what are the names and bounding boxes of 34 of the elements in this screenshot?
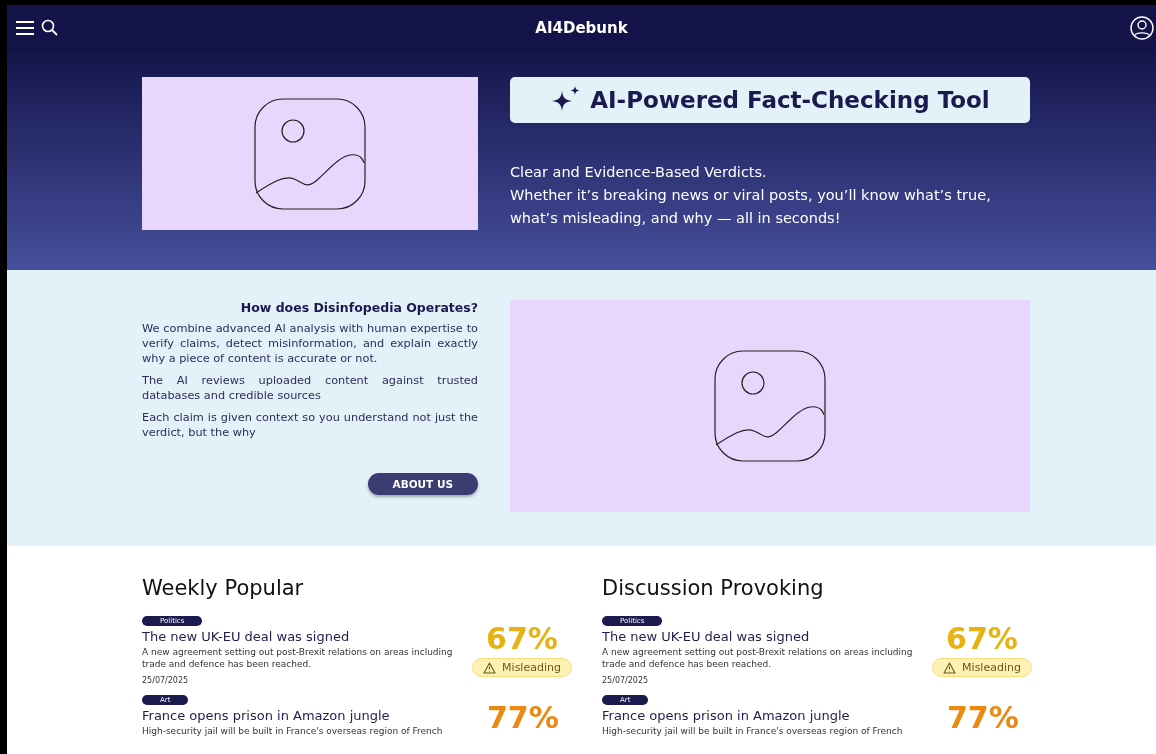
article-headline[interactable]: France opens prison in Amazon jungle xyxy=(602,708,850,723)
image-icon xyxy=(253,96,367,211)
about-heading: How does Disinfopedia Operates? xyxy=(239,300,478,315)
article-headline[interactable]: The new UK-EU deal was signed xyxy=(602,629,810,644)
about-paragraph: Each claim is given context so you understand not just the verdict, but the why xyxy=(142,410,478,440)
warning-icon xyxy=(483,661,497,674)
warning-icon xyxy=(943,661,957,674)
hero-text: Whether it’s breaking news or viral posts, you’ll know what’s true, what’s misleading, and why — all in seconds! xyxy=(510,186,992,228)
article-headline[interactable]: The new UK-EU deal was signed xyxy=(142,629,350,644)
list-title: Weekly Popular xyxy=(142,576,305,600)
logo[interactable]: AI4Debunk xyxy=(535,18,628,37)
image-icon xyxy=(713,349,827,463)
article-summary: High-security jail will be built in France's overseas region of French xyxy=(602,725,903,737)
hero-title: AI-Powered Fact-Checking Tool xyxy=(590,87,990,113)
score-percent: 67% xyxy=(486,622,558,656)
about-us-button[interactable]: ABOUT US xyxy=(367,473,478,495)
article-date: 25/07/2025 xyxy=(602,676,649,685)
article-summary: High-security jail will be built in France's overseas region of French xyxy=(142,725,443,737)
list-title: Discussion Provoking xyxy=(602,576,825,600)
about-paragraph: The AI reviews uploaded content against trusted databases and credible sources xyxy=(142,373,478,403)
article-summary: A new agreement setting out post-Brexit relations on areas including trade and defence has been reached. xyxy=(602,646,914,670)
menu-icon[interactable] xyxy=(15,19,35,36)
about-paragraph: We combine advanced AI analysis with human expertise to verify claims, detect misinformation, and explain exactly why a piece of content is accurate or not. xyxy=(142,321,478,366)
article-date: 25/07/2025 xyxy=(142,676,189,685)
score-percent: 77% xyxy=(486,701,559,735)
user-icon[interactable] xyxy=(1130,15,1154,40)
score-percent: 67% xyxy=(946,622,1018,656)
score-percent: 77% xyxy=(946,701,1019,735)
search-icon[interactable] xyxy=(41,19,58,36)
hero-text: Clear and Evidence-Based Verdicts. xyxy=(510,163,768,182)
verdict-label: Misleading xyxy=(962,661,1021,674)
article-headline[interactable]: France opens prison in Amazon jungle xyxy=(142,708,390,723)
verdict-label: Misleading xyxy=(502,661,561,674)
article-summary: A new agreement setting out post-Brexit relations on areas including trade and defence has been reached. xyxy=(142,646,454,670)
